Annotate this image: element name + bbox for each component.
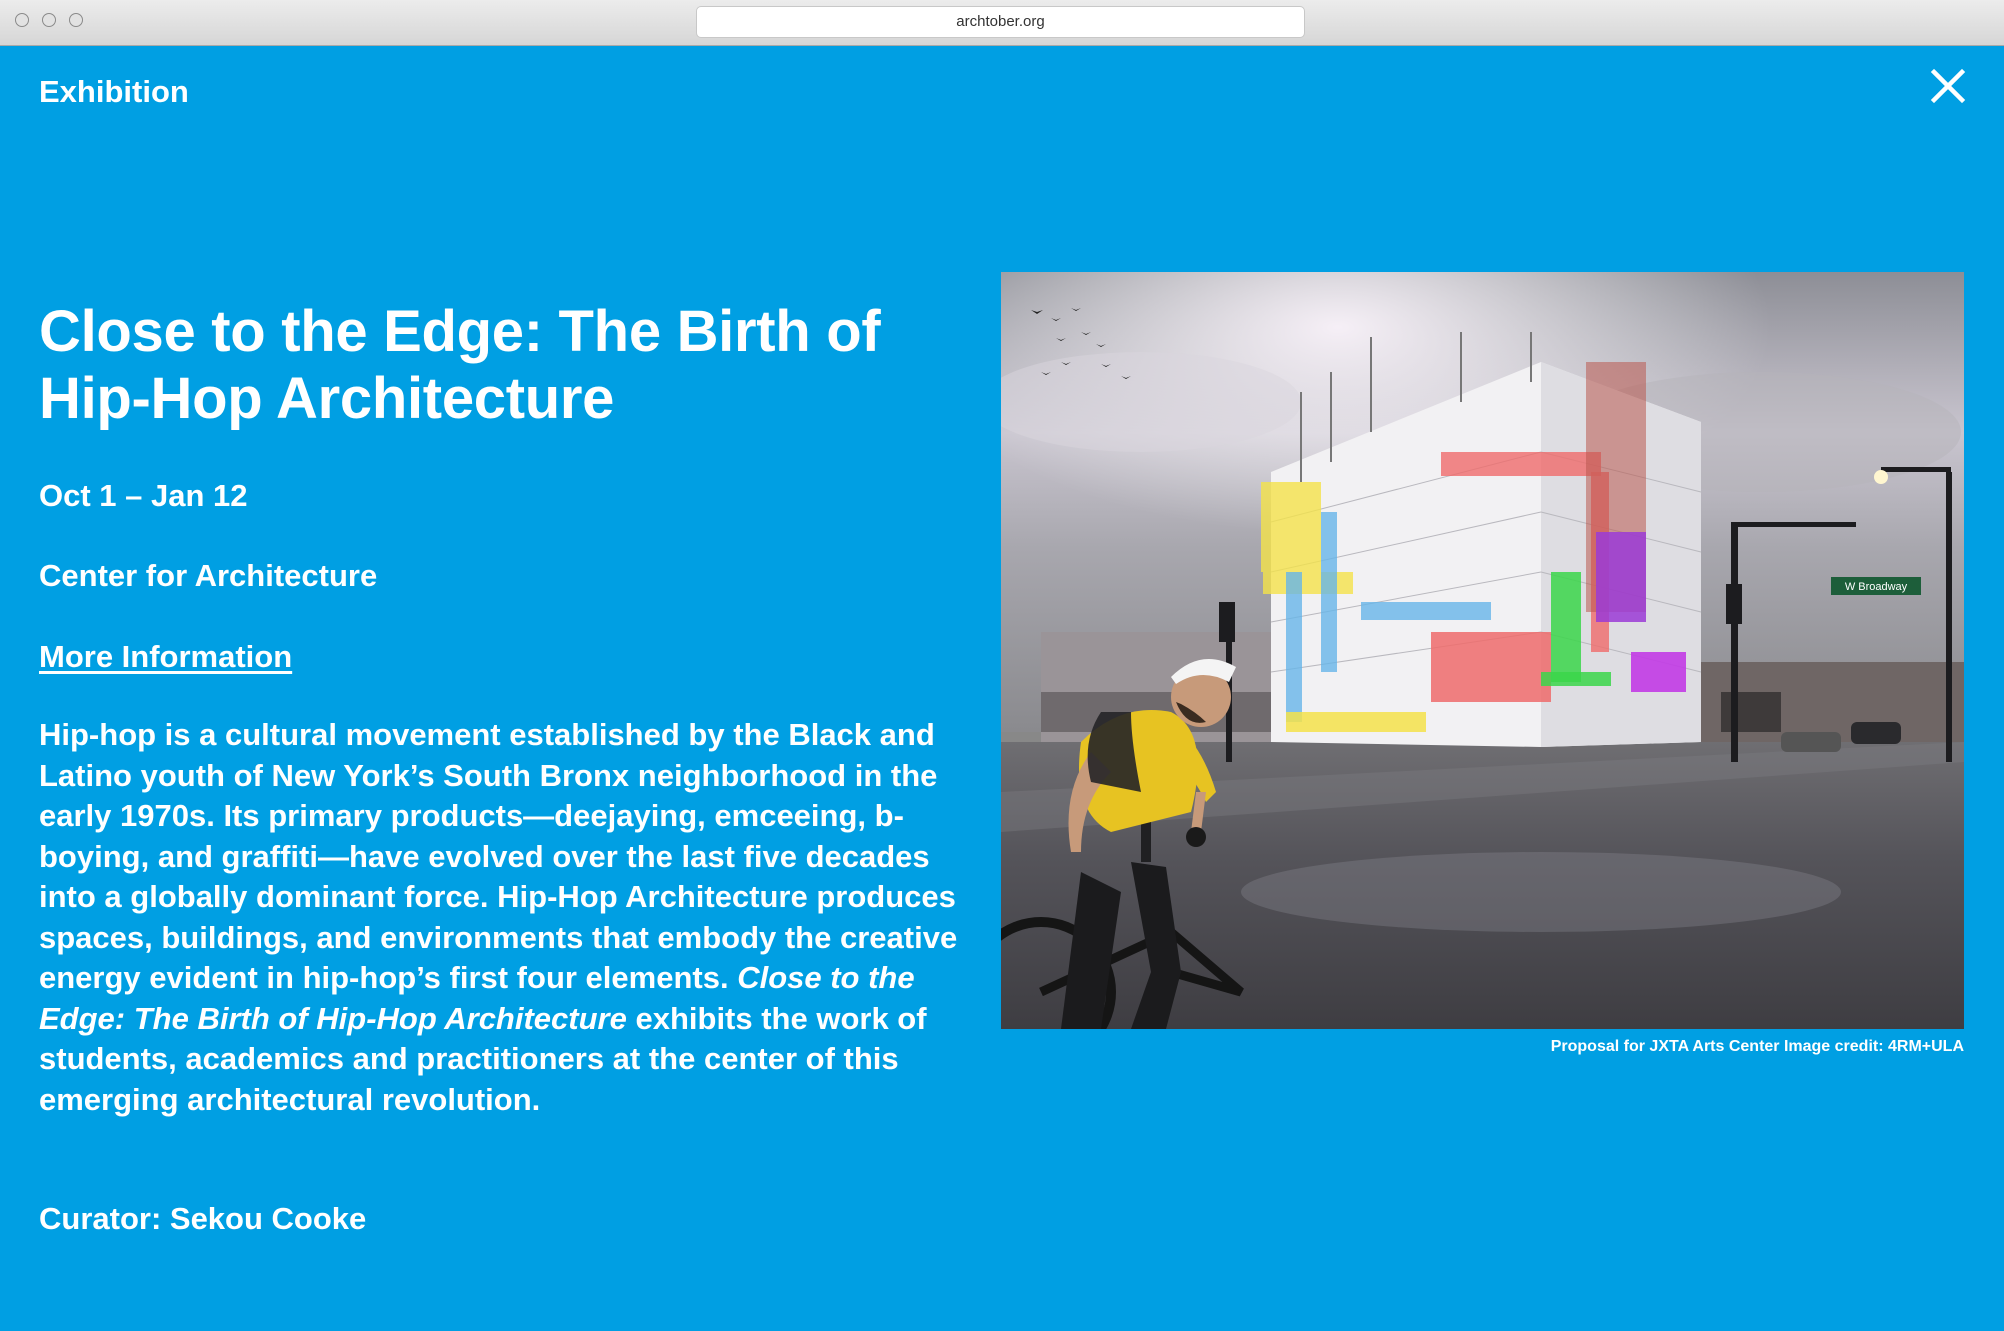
close-button[interactable] xyxy=(1928,66,1968,106)
more-information-link[interactable]: More Information xyxy=(39,639,292,675)
address-bar[interactable]: archtober.org xyxy=(696,6,1305,38)
exhibition-image: W Broadway xyxy=(1001,272,1964,1029)
window-close-dot[interactable] xyxy=(15,13,29,27)
exhibition-description: Hip-hop is a cultural movement establish… xyxy=(39,715,979,1120)
window-zoom-dot[interactable] xyxy=(69,13,83,27)
exhibition-page: Exhibition Close to the Edge: The Birth … xyxy=(0,46,2004,1331)
exhibition-curator: Curator: Sekou Cooke xyxy=(39,1201,367,1236)
parked-car xyxy=(1781,732,1841,752)
section-label: Exhibition xyxy=(39,74,189,109)
browser-window: archtober.org Exhibition Close to the Ed… xyxy=(0,0,2004,1331)
street-sign-text: W Broadway xyxy=(1845,581,1908,593)
browser-chrome: archtober.org xyxy=(0,0,2004,46)
exhibition-title: Close to the Edge: The Birth of Hip-Hop … xyxy=(39,299,881,431)
rendering-illustration: W Broadway xyxy=(1001,272,1964,1029)
image-caption: Proposal for JXTA Arts Center Image cred… xyxy=(1550,1038,1964,1055)
window-minimize-dot[interactable] xyxy=(42,13,56,27)
close-icon xyxy=(1930,68,1966,104)
exhibition-dates: Oct 1 – Jan 12 xyxy=(39,478,248,513)
description-text: Hip-hop is a cultural movement establish… xyxy=(39,717,958,995)
exhibition-venue: Center for Architecture xyxy=(39,558,378,593)
